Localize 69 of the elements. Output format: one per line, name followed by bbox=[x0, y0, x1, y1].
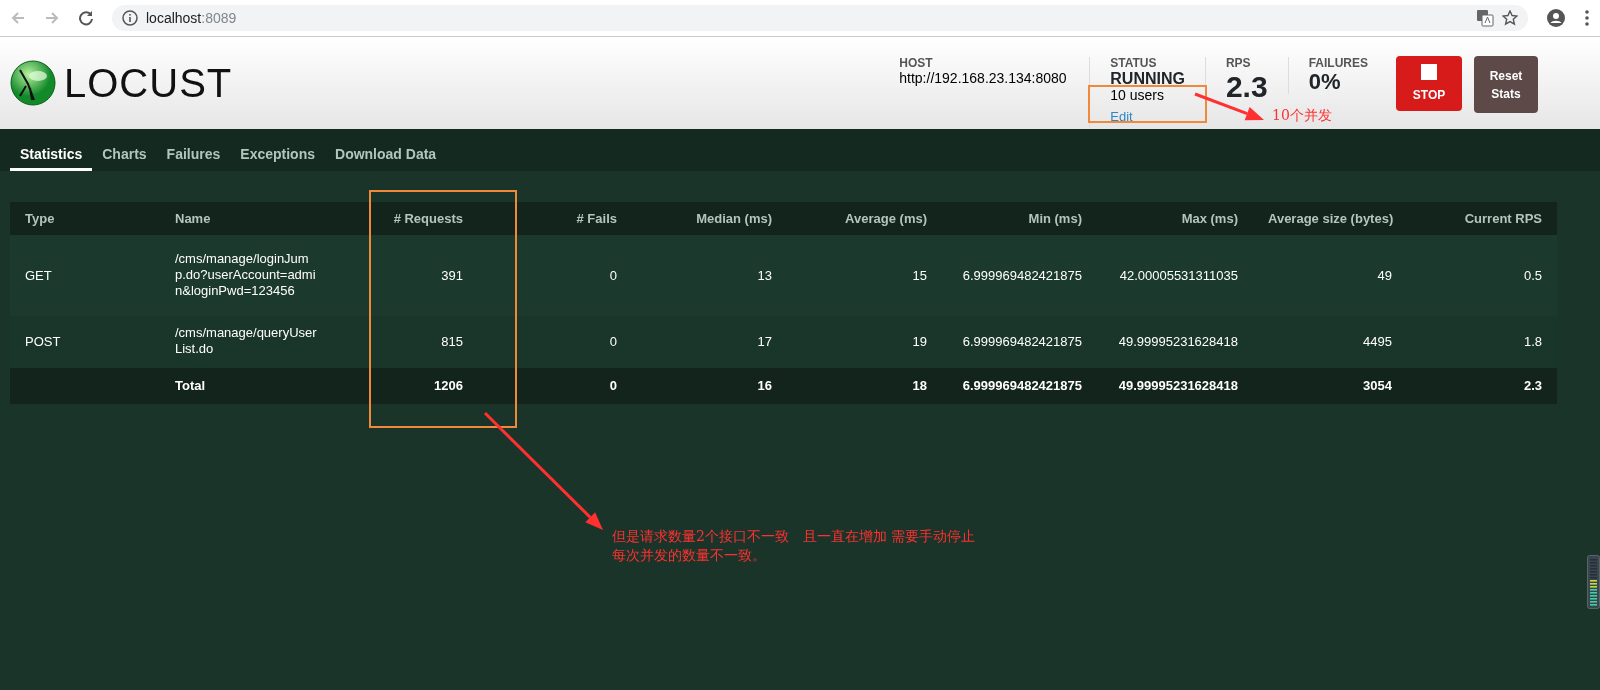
column-header: Type bbox=[10, 202, 160, 235]
stat-label: STATUS bbox=[1110, 56, 1158, 70]
table-cell: /cms/manage/loginJump.do?userAccount=admin&loginPwd=123456 bbox=[175, 250, 317, 300]
table-cell: 391 bbox=[328, 235, 478, 316]
user-count: 10 users bbox=[1110, 87, 1165, 105]
nav-tab[interactable]: Failures bbox=[156, 129, 231, 171]
table-cell: 18 bbox=[787, 368, 942, 404]
account-icon[interactable] bbox=[1546, 8, 1566, 28]
level-meter-drawing bbox=[1587, 555, 1600, 609]
column-header: Name bbox=[160, 202, 328, 235]
column-header: # Fails bbox=[478, 202, 632, 235]
table-cell: 3054 bbox=[1253, 368, 1407, 404]
reset-stats-button[interactable]: Reset Stats bbox=[1474, 56, 1538, 113]
table-cell: 6.999969482421875 bbox=[942, 235, 1097, 316]
table-cell: 0 bbox=[478, 368, 632, 404]
table-cell: 815 bbox=[328, 316, 478, 368]
address-text: localhost:8089 bbox=[146, 8, 237, 28]
menu-icon[interactable] bbox=[1584, 9, 1590, 27]
table-cell: 13 bbox=[632, 235, 787, 316]
column-header: # Requests bbox=[328, 202, 478, 235]
column-header: Average size (bytes) bbox=[1253, 202, 1407, 235]
table-cell: 4495 bbox=[1253, 316, 1407, 368]
annotation-text: 但是请求数量2个接口不一致 且一直在增加 需要手动停止 每次并发的数量不一致。 bbox=[612, 527, 976, 565]
table-cell: 1.8 bbox=[1407, 316, 1557, 368]
table-cell: /cms/manage/queryUserList.do bbox=[175, 325, 317, 358]
reload-icon[interactable] bbox=[78, 10, 94, 26]
stat-label: HOST bbox=[899, 56, 934, 70]
table-cell: 1206 bbox=[328, 368, 478, 404]
table-cell: 16 bbox=[632, 368, 787, 404]
stop-button[interactable]: STOP bbox=[1396, 56, 1462, 111]
stat-value: 0% bbox=[1308, 69, 1342, 95]
nav-tab[interactable]: Statistics bbox=[10, 129, 93, 171]
column-header: Min (ms) bbox=[942, 202, 1097, 235]
info-icon bbox=[122, 10, 138, 26]
table-cell: 6.999969482421875 bbox=[942, 316, 1097, 368]
nav-tab[interactable]: Download Data bbox=[325, 129, 447, 171]
locust-logo-icon bbox=[10, 60, 56, 106]
nav-tab[interactable]: Charts bbox=[92, 129, 157, 171]
table-cell: 6.999969482421875 bbox=[942, 368, 1097, 404]
table-cell: 49.99995231628418 bbox=[1097, 368, 1253, 404]
translate-icon[interactable] bbox=[1476, 9, 1494, 27]
address-bar[interactable]: localhost:8089 bbox=[112, 5, 1528, 31]
column-header: Max (ms) bbox=[1097, 202, 1253, 235]
table-cell: 2.3 bbox=[1407, 368, 1557, 404]
column-header: Current RPS bbox=[1407, 202, 1557, 235]
table-cell: 15 bbox=[787, 235, 942, 316]
table-cell: 49.99995231628418 bbox=[1097, 316, 1253, 368]
logo-text: LOCUST bbox=[64, 63, 233, 103]
table-cell: 0.5 bbox=[1407, 235, 1557, 316]
table-cell: GET bbox=[10, 235, 160, 316]
stat-label: FAILURES bbox=[1308, 56, 1368, 70]
table-cell-text: Total bbox=[175, 378, 207, 395]
column-header: Average (ms) bbox=[787, 202, 942, 235]
table-cell: 17 bbox=[632, 316, 787, 368]
table-cell: 0 bbox=[478, 316, 632, 368]
table-cell: 0 bbox=[478, 235, 632, 316]
nav-tab[interactable]: Exceptions bbox=[230, 129, 325, 171]
table-cell: 42.00005531311035 bbox=[1097, 235, 1253, 316]
table-cell: POST bbox=[10, 316, 160, 368]
annotation-text: 10个并发 bbox=[1272, 106, 1332, 125]
stat-label: RPS bbox=[1225, 56, 1252, 70]
table-cell: 19 bbox=[787, 316, 942, 368]
table-cell: 49 bbox=[1253, 235, 1407, 316]
host-url: http://192.168.23.134:8080 bbox=[899, 69, 1068, 87]
stat-value: 2.3 bbox=[1225, 69, 1268, 103]
stop-icon bbox=[1421, 63, 1437, 80]
column-header: Median (ms) bbox=[632, 202, 787, 235]
star-icon[interactable] bbox=[1502, 10, 1518, 26]
status-value: RUNNING bbox=[1110, 69, 1185, 88]
